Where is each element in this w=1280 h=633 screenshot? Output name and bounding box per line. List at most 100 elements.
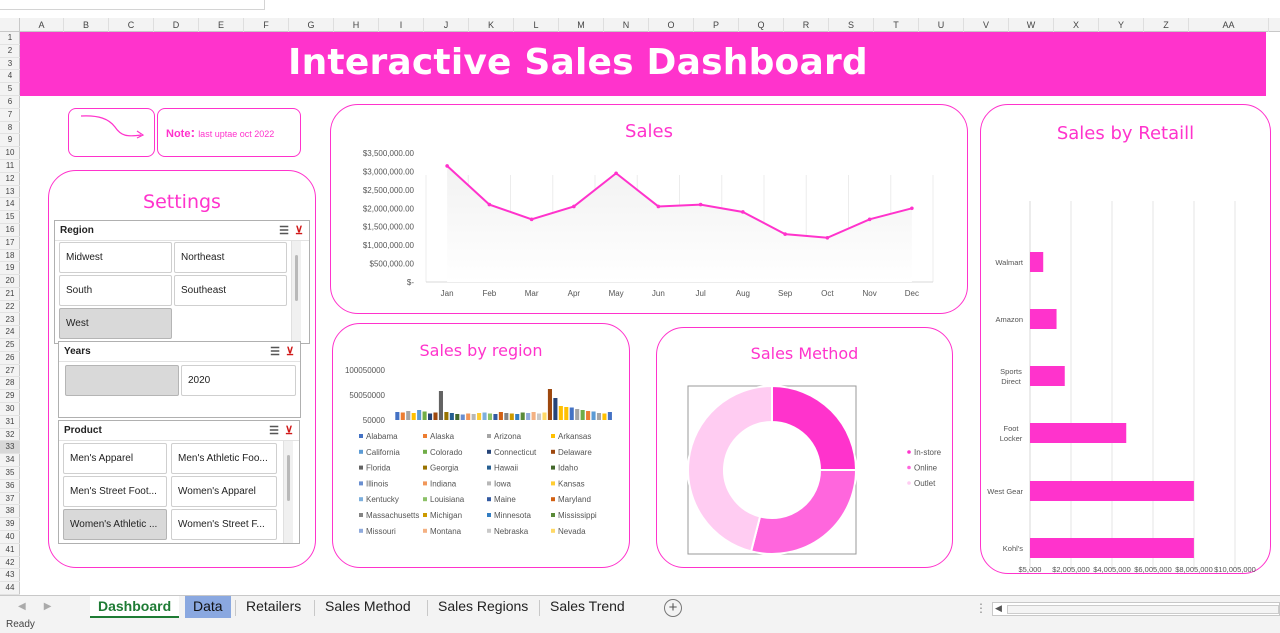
sales-by-retail-chart[interactable]: $5,000 $2,005,000 $4,005,000 $6,005,000 $8,0… <box>981 105 1270 573</box>
slicer-item[interactable]: West <box>59 308 172 339</box>
tab-scroll-arrows[interactable]: ◀▶ <box>18 601 69 612</box>
region-slicer[interactable]: Region ☰ ⊻ Midwest Northeast South Southeast… <box>54 220 310 344</box>
row-header-cell[interactable]: 5 <box>0 83 20 96</box>
splitter-grip-icon[interactable]: ⋮ <box>975 601 987 615</box>
column-header-cell[interactable]: N <box>604 18 649 32</box>
row-header-cell[interactable]: 34 <box>0 454 20 468</box>
column-header-cell[interactable]: D <box>154 18 199 32</box>
slicer-item[interactable]: Women's Athletic ... <box>63 509 167 540</box>
column-header-cell[interactable]: R <box>784 18 829 32</box>
select-all-corner[interactable] <box>0 18 20 32</box>
row-header-cell[interactable]: 8 <box>0 122 20 135</box>
slicer-item[interactable]: 2020 <box>181 365 296 396</box>
multi-select-icon[interactable]: ☰ <box>270 346 280 358</box>
slicer-item[interactable]: Southeast <box>174 275 287 306</box>
column-header-cell[interactable]: J <box>424 18 469 32</box>
row-header-cell[interactable]: 11 <box>0 160 20 173</box>
column-header-cell[interactable]: B <box>64 18 109 32</box>
slicer-item[interactable]: Women's Apparel <box>171 476 277 507</box>
row-header-cell[interactable]: 38 <box>0 505 20 519</box>
row-header-cell[interactable]: 25 <box>0 339 20 352</box>
row-header-cell[interactable]: 39 <box>0 518 20 531</box>
clear-filter-icon[interactable]: ⊻ <box>295 225 303 237</box>
row-header-cell[interactable]: 10 <box>0 147 20 160</box>
row-header-cell[interactable]: 6 <box>0 96 20 109</box>
column-header-cell[interactable]: V <box>964 18 1009 32</box>
row-header-cell[interactable]: 14 <box>0 198 20 212</box>
column-header-cell[interactable]: Q <box>739 18 784 32</box>
row-header-cell[interactable]: 1 <box>0 32 20 45</box>
row-header-cell[interactable]: 23 <box>0 314 20 327</box>
row-header-cell[interactable]: 3 <box>0 58 20 71</box>
slicer-item[interactable]: Men's Street Foot... <box>63 476 167 507</box>
row-header-cell[interactable]: 28 <box>0 377 20 391</box>
row-header-cell[interactable]: 31 <box>0 416 20 429</box>
row-header-cell[interactable]: 22 <box>0 301 20 314</box>
add-sheet-icon[interactable]: + <box>664 599 682 617</box>
column-header-cell[interactable]: S <box>829 18 874 32</box>
row-header-cell[interactable]: 4 <box>0 70 20 84</box>
column-header-cell[interactable]: C <box>109 18 154 32</box>
name-box[interactable] <box>0 0 265 10</box>
multi-select-icon[interactable]: ☰ <box>279 225 289 237</box>
sales-by-region-chart[interactable]: 50000 50050000 100050000 Alabama Alaska Arizo… <box>333 324 629 567</box>
row-header-cell[interactable]: 15 <box>0 211 20 224</box>
column-header-cell[interactable]: AA <box>1189 18 1269 32</box>
row-header-cell[interactable]: 33 <box>0 441 20 455</box>
product-slicer-scrollbar[interactable] <box>283 441 293 543</box>
column-header-cell[interactable]: X <box>1054 18 1099 32</box>
row-header-cell[interactable]: 35 <box>0 467 20 480</box>
row-header-cell[interactable]: 2 <box>0 45 20 58</box>
row-header-cell[interactable]: 37 <box>0 493 20 506</box>
product-slicer[interactable]: Product ☰ ⊻ Men's Apparel Men's Athletic F… <box>58 420 300 544</box>
column-header-cell[interactable]: Z <box>1144 18 1189 32</box>
column-header-cell[interactable]: K <box>469 18 514 32</box>
row-header-cell[interactable]: 29 <box>0 390 20 404</box>
column-header-cell[interactable]: A <box>20 18 64 32</box>
sheet-tab[interactable]: Sales Regions <box>430 596 536 618</box>
slicer-item[interactable]: Men's Apparel <box>63 443 167 474</box>
column-header-cell[interactable]: F <box>244 18 289 32</box>
scroll-left-icon[interactable]: ◀ <box>995 603 1002 614</box>
row-header-cell[interactable]: 36 <box>0 480 20 493</box>
row-header-cell[interactable]: 16 <box>0 224 20 237</box>
row-header-cell[interactable]: 30 <box>0 403 20 416</box>
sales-method-donut[interactable]: In-store Online Outlet <box>657 328 952 567</box>
column-header-cell[interactable]: G <box>289 18 334 32</box>
row-header-cell[interactable]: 40 <box>0 531 20 544</box>
column-header-cell[interactable]: O <box>649 18 694 32</box>
slicer-item[interactable]: Northeast <box>174 242 287 273</box>
sheet-tab[interactable]: Data <box>185 596 231 618</box>
note-box[interactable]: Note: last uptae oct 2022 <box>157 108 301 157</box>
column-header-cell[interactable]: Y <box>1099 18 1144 32</box>
sheet-tab[interactable]: Sales Method <box>317 596 419 618</box>
sales-line-chart[interactable]: $- $500,000.00 $1,000,000.00 $1,500,000.00 $… <box>331 105 967 313</box>
column-header-cell[interactable]: M <box>559 18 604 32</box>
row-header-cell[interactable]: 9 <box>0 134 20 148</box>
row-header-cell[interactable]: 26 <box>0 352 20 365</box>
row-header-cell[interactable]: 42 <box>0 557 20 570</box>
column-header-cell[interactable]: T <box>874 18 919 32</box>
slicer-item[interactable]: Men's Athletic Foo... <box>171 443 277 474</box>
horizontal-scrollbar[interactable]: ◀ <box>992 602 1280 616</box>
clear-filter-icon[interactable]: ⊻ <box>285 425 293 437</box>
column-header-cell[interactable]: P <box>694 18 739 32</box>
slicer-item[interactable]: Midwest <box>59 242 172 273</box>
sheet-tab[interactable]: Dashboard <box>90 596 180 618</box>
row-header-cell[interactable]: 32 <box>0 429 20 442</box>
sheet-tab[interactable]: Sales Trend <box>542 596 633 618</box>
row-header-cell[interactable]: 24 <box>0 326 20 340</box>
worksheet[interactable]: Interactive Sales Dashboard Note: last u… <box>20 32 1280 595</box>
row-header-cell[interactable]: 20 <box>0 275 20 288</box>
row-header-cell[interactable]: 19 <box>0 262 20 276</box>
column-header-cell[interactable]: U <box>919 18 964 32</box>
slicer-item[interactable]: South <box>59 275 172 306</box>
column-header-cell[interactable]: H <box>334 18 379 32</box>
column-header-cell[interactable]: E <box>199 18 244 32</box>
slicer-item[interactable]: Women's Street F... <box>171 509 277 540</box>
arrow-shape-box[interactable] <box>68 108 155 157</box>
multi-select-icon[interactable]: ☰ <box>269 425 279 437</box>
row-header-cell[interactable]: 17 <box>0 237 20 250</box>
row-header-cell[interactable]: 27 <box>0 365 20 378</box>
clear-filter-icon[interactable]: ⊻ <box>286 346 294 358</box>
